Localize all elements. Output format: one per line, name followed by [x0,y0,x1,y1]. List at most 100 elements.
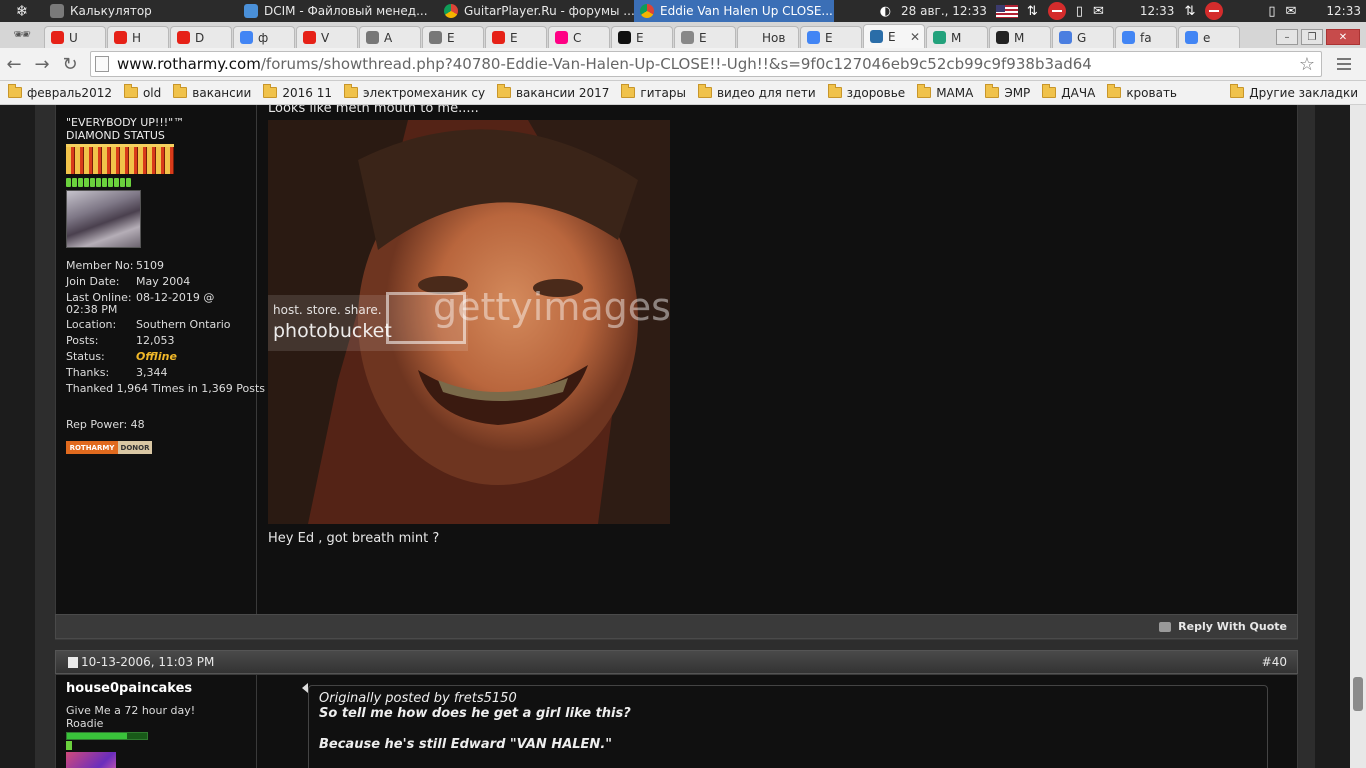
restore-button[interactable]: ❐ [1301,29,1323,45]
no-entry-icon[interactable] [1047,2,1066,20]
browser-tab[interactable]: ф [233,26,295,48]
translate-icon [1059,31,1072,44]
start-menu-button[interactable]: ❄ [0,0,44,22]
eye-icon [996,31,1009,44]
back-button[interactable]: ← [0,50,28,78]
post-photo[interactable]: host. store. share. photobucket gettyima… [268,120,670,524]
quote-author: Originally posted by frets5150 [319,691,517,706]
user-title-2: Give Me a 72 hour day! [66,704,196,717]
forum-post: "EVERYBODY UP!!!"™ DIAMOND STATUS Member… [55,105,1298,640]
browser-tab[interactable]: e [1178,26,1240,48]
folder-icon [123,84,138,98]
system-tray: ◐ 28 авг., 12:33 ⇅ ▯ ✉ 12:33 ⇅ ▯ ✉ 12:33 [875,0,1366,22]
bookmark-folder[interactable]: ДАЧА [1042,84,1095,100]
forward-button[interactable]: → [28,50,56,78]
username-link[interactable]: house0paincakes [66,681,256,696]
bookmark-folder[interactable]: old [123,84,162,100]
browser-tab[interactable]: H [107,26,169,48]
bookmark-folder[interactable]: электромеханик су [343,84,485,100]
browser-tab[interactable]: E [422,26,484,48]
bookmark-label: old [142,85,162,100]
disc-icon [681,31,694,44]
browser-tab[interactable]: E ✕ [863,24,925,48]
browser-tab[interactable]: fa [1115,26,1177,48]
v-icon [870,30,883,43]
browser-tab[interactable]: C [548,26,610,48]
watermark-text: host. store. share. [273,303,382,317]
bookmark-folder[interactable]: кровать [1107,84,1177,100]
taskbar-item-guitarplayer[interactable]: GuitarPlayer.Ru - форумы ... [438,0,634,22]
bookmark-folder[interactable]: видео для пети [697,84,816,100]
taskbar-item-eddie-van-halen[interactable]: Eddie Van Halen Up CLOSE... [634,0,834,22]
bookmark-folder[interactable]: 2016 11 [263,84,332,100]
browser-menu-button[interactable] [1330,58,1358,70]
tray-clock: 12:33 [1139,4,1175,18]
reply-with-quote-button[interactable]: Reply With Quote [1178,620,1287,633]
user-avatar-2[interactable] [66,752,116,768]
folder-icon [621,84,636,98]
post-message-top: Looks like meth mouth to me..... [268,105,479,116]
folder-icon [827,84,842,98]
window-controls: – ❐ ✕ [1273,26,1366,48]
chrome-icon [444,4,458,18]
bookmark-folder[interactable]: февраль2012 [8,84,112,100]
folder-icon [1042,84,1057,98]
browser-tab[interactable]: E [611,26,673,48]
bookmark-folder[interactable]: гитары [621,84,686,100]
browser-tab[interactable]: M [989,26,1051,48]
browser-tab-label: Нов [762,30,786,45]
post-header: 10-13-2006, 11:03 PM #40 [55,650,1298,674]
browser-tab[interactable]: E [674,26,736,48]
transfer-arrows-icon[interactable]: ⇅ [1027,4,1038,19]
bookmark-star-icon[interactable]: ☆ [1299,54,1315,75]
close-tab-icon[interactable]: ✕ [910,30,920,44]
browser-tab[interactable]: E [800,26,862,48]
bookmark-folder[interactable]: вакансии 2017 [496,84,609,100]
browser-tab[interactable]: G [1052,26,1114,48]
browser-tab[interactable]: A [359,26,421,48]
taskbar-item-file-manager[interactable]: DCIM - Файловый менед... [238,0,438,22]
us-flag-icon[interactable] [995,4,1018,18]
stat-thanks: Thanks: 3,344 [66,366,168,379]
browser-tab[interactable]: M [926,26,988,48]
reload-button[interactable]: ↻ [56,50,84,78]
taskbar-item-calculator[interactable]: Калькулятор [44,0,238,22]
browser-tab-label: fa [1140,30,1152,45]
battery-icon-2[interactable]: ▯ [1268,4,1275,19]
folder-icon [1230,84,1245,98]
battery-icon[interactable]: ▯ [1076,4,1083,19]
youtube-icon [51,31,64,44]
other-bookmarks[interactable]: Другие закладки [1230,84,1358,100]
bookmark-folder[interactable]: МАМА [917,84,973,100]
mail-icon-2[interactable]: ✉ [1286,4,1297,19]
browser-tab-label: e [1203,30,1211,45]
browser-tab-label: M [951,30,962,45]
address-bar[interactable]: www.rotharmy.com/forums/showthread.php?4… [90,51,1322,77]
stat-join-date: Join Date: May 2004 [66,275,191,288]
browser-tab[interactable]: V [296,26,358,48]
browser-tab[interactable]: D [170,26,232,48]
page-scrollbar[interactable] [1350,105,1366,768]
bookmark-folder[interactable]: вакансии [173,84,251,100]
no-entry-icon-2[interactable] [1205,2,1224,20]
minimize-button[interactable]: – [1276,29,1298,45]
folder-icon [263,84,278,98]
transfer-arrows-icon-2[interactable]: ⇅ [1184,4,1195,19]
close-window-button[interactable]: ✕ [1326,29,1360,45]
bookmark-label: электромеханик су [362,85,485,100]
user-avatar[interactable] [66,190,141,248]
browser-tab[interactable]: Нов [737,26,799,48]
scrollbar-thumb[interactable] [1353,677,1363,711]
page-viewport: "EVERYBODY UP!!!"™ DIAMOND STATUS Member… [0,105,1366,768]
browser-tab[interactable]: U [44,26,106,48]
tray-clock-2: 12:33 [1326,4,1361,18]
mail-icon[interactable]: ✉ [1093,4,1104,19]
bookmark-folder[interactable]: ЭМР [985,84,1030,100]
browser-tab[interactable]: E [485,26,547,48]
page-icon [95,56,109,72]
browser-toolbar: ← → ↻ www.rotharmy.com/forums/showthread… [0,48,1366,81]
browser-tab-label: D [195,30,205,45]
network-icon[interactable]: ◐ [880,4,891,19]
post-number-link[interactable]: #40 [1262,655,1287,669]
bookmark-folder[interactable]: здоровье [827,84,905,100]
